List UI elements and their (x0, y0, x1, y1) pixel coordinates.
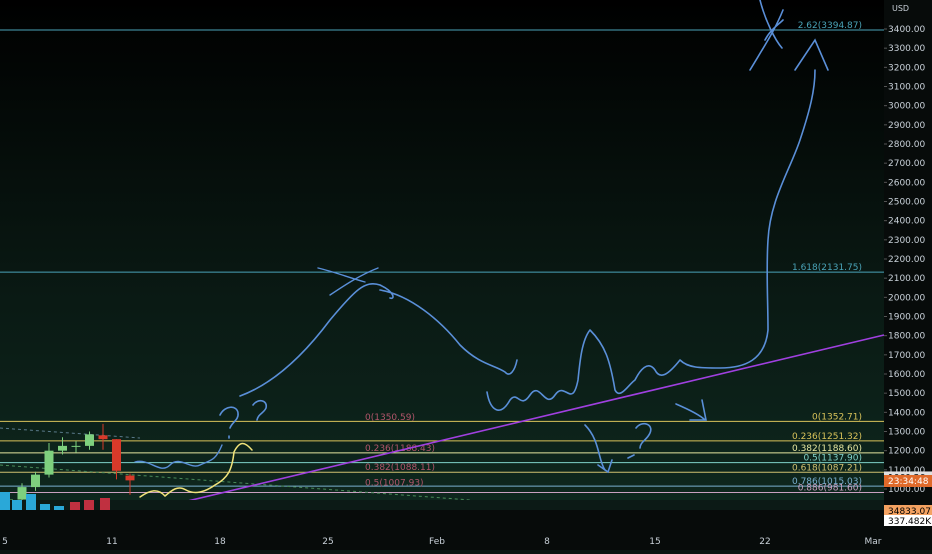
extension-label: 2.62(3394.87) (798, 21, 862, 31)
fib-right-label: 0.886(981.60) (798, 484, 862, 494)
volume-bar (84, 500, 94, 510)
time-tick-label: Mar (865, 537, 882, 547)
price-tick-label: 3100.00 (888, 83, 925, 93)
volume-bar (54, 506, 64, 510)
price-tick-label: 1900.00 (888, 313, 925, 323)
currency-label: USD (892, 4, 909, 13)
fib-right-label: 0.618(1087.21) (792, 463, 862, 473)
price-tick-label: 2900.00 (888, 121, 925, 131)
price-tick-label: 1300.00 (888, 428, 925, 438)
time-tick-label: Feb (429, 537, 445, 547)
price-tick-label: 2800.00 (888, 140, 925, 150)
time-tick-label: 8 (544, 537, 550, 547)
price-tick-label: 1500.00 (888, 389, 925, 399)
time-tick-label: 15 (649, 537, 660, 547)
candle-body (112, 439, 121, 471)
time-tick-label: 22 (759, 537, 770, 547)
fib-left-label: 0(1350.59) (365, 413, 415, 423)
chart-canvas[interactable]: 0(1352.71)0.236(1251.32)0.382(1188.60)0.… (0, 0, 932, 550)
fib-left-label: 0.236(1188.43) (365, 444, 435, 454)
candle-body (17, 487, 27, 500)
time-tick-label: 25 (322, 537, 333, 547)
price-tick-label: 1200.00 (888, 447, 925, 457)
indicator-tag-label: 337.482K (888, 517, 932, 527)
price-tick-label: 3400.00 (888, 25, 925, 35)
price-tick-label: 1600.00 (888, 370, 925, 380)
volume-bar (12, 500, 22, 510)
volume-bar (40, 504, 50, 510)
candle-body (44, 450, 54, 475)
price-tick-label: 2300.00 (888, 236, 925, 246)
price-tick-label: 3200.00 (888, 63, 925, 73)
fib-right-label: 0.5(1137.90) (803, 454, 862, 464)
candle-body (125, 475, 135, 481)
fib-left-label: 0.5(1007.93) (365, 478, 424, 488)
candle-body (58, 445, 67, 451)
extension-label: 1.618(2131.75) (792, 263, 862, 273)
price-tick-label: 2100.00 (888, 274, 925, 284)
volume-bar (100, 498, 110, 510)
indicator-pane (0, 500, 884, 510)
price-tick-label: 3000.00 (888, 102, 925, 112)
candle-body (85, 434, 94, 446)
volume-bar (26, 494, 36, 510)
fib-right-label: 0.382(1188.60) (792, 444, 862, 454)
volume-bar (70, 502, 80, 510)
price-tick-label: 1800.00 (888, 332, 925, 342)
trading-chart[interactable]: 0(1352.71) 0.236(1251.32) 0.382(1188.60) 0.… (0, 0, 932, 550)
price-tick-label: 2200.00 (888, 255, 925, 265)
fib-left-label: 0.382(1088.11) (365, 463, 435, 473)
candle-body (98, 435, 108, 440)
price-tick-label: 1700.00 (888, 351, 925, 361)
candle-body (31, 474, 40, 488)
price-tick-label: 2000.00 (888, 293, 925, 303)
time-axis-background (0, 510, 932, 550)
price-tick-label: 1400.00 (888, 408, 925, 418)
price-tick-label: 2600.00 (888, 178, 925, 188)
price-tick-label: 3300.00 (888, 44, 925, 54)
fib-right-label: 0.236(1251.32) (792, 432, 862, 442)
time-tick-label: 18 (214, 537, 226, 547)
time-tick-label: 11 (106, 537, 117, 547)
fib-right-label: 0(1352.71) (812, 412, 862, 422)
time-tick-label: 5 (2, 537, 8, 547)
price-tag-label: 23:34:48 (888, 477, 929, 487)
volume-bar (0, 492, 10, 510)
candle-body (71, 445, 81, 447)
price-tick-label: 2500.00 (888, 198, 925, 208)
price-tick-label: 2400.00 (888, 217, 925, 227)
price-tick-label: 2700.00 (888, 159, 925, 169)
